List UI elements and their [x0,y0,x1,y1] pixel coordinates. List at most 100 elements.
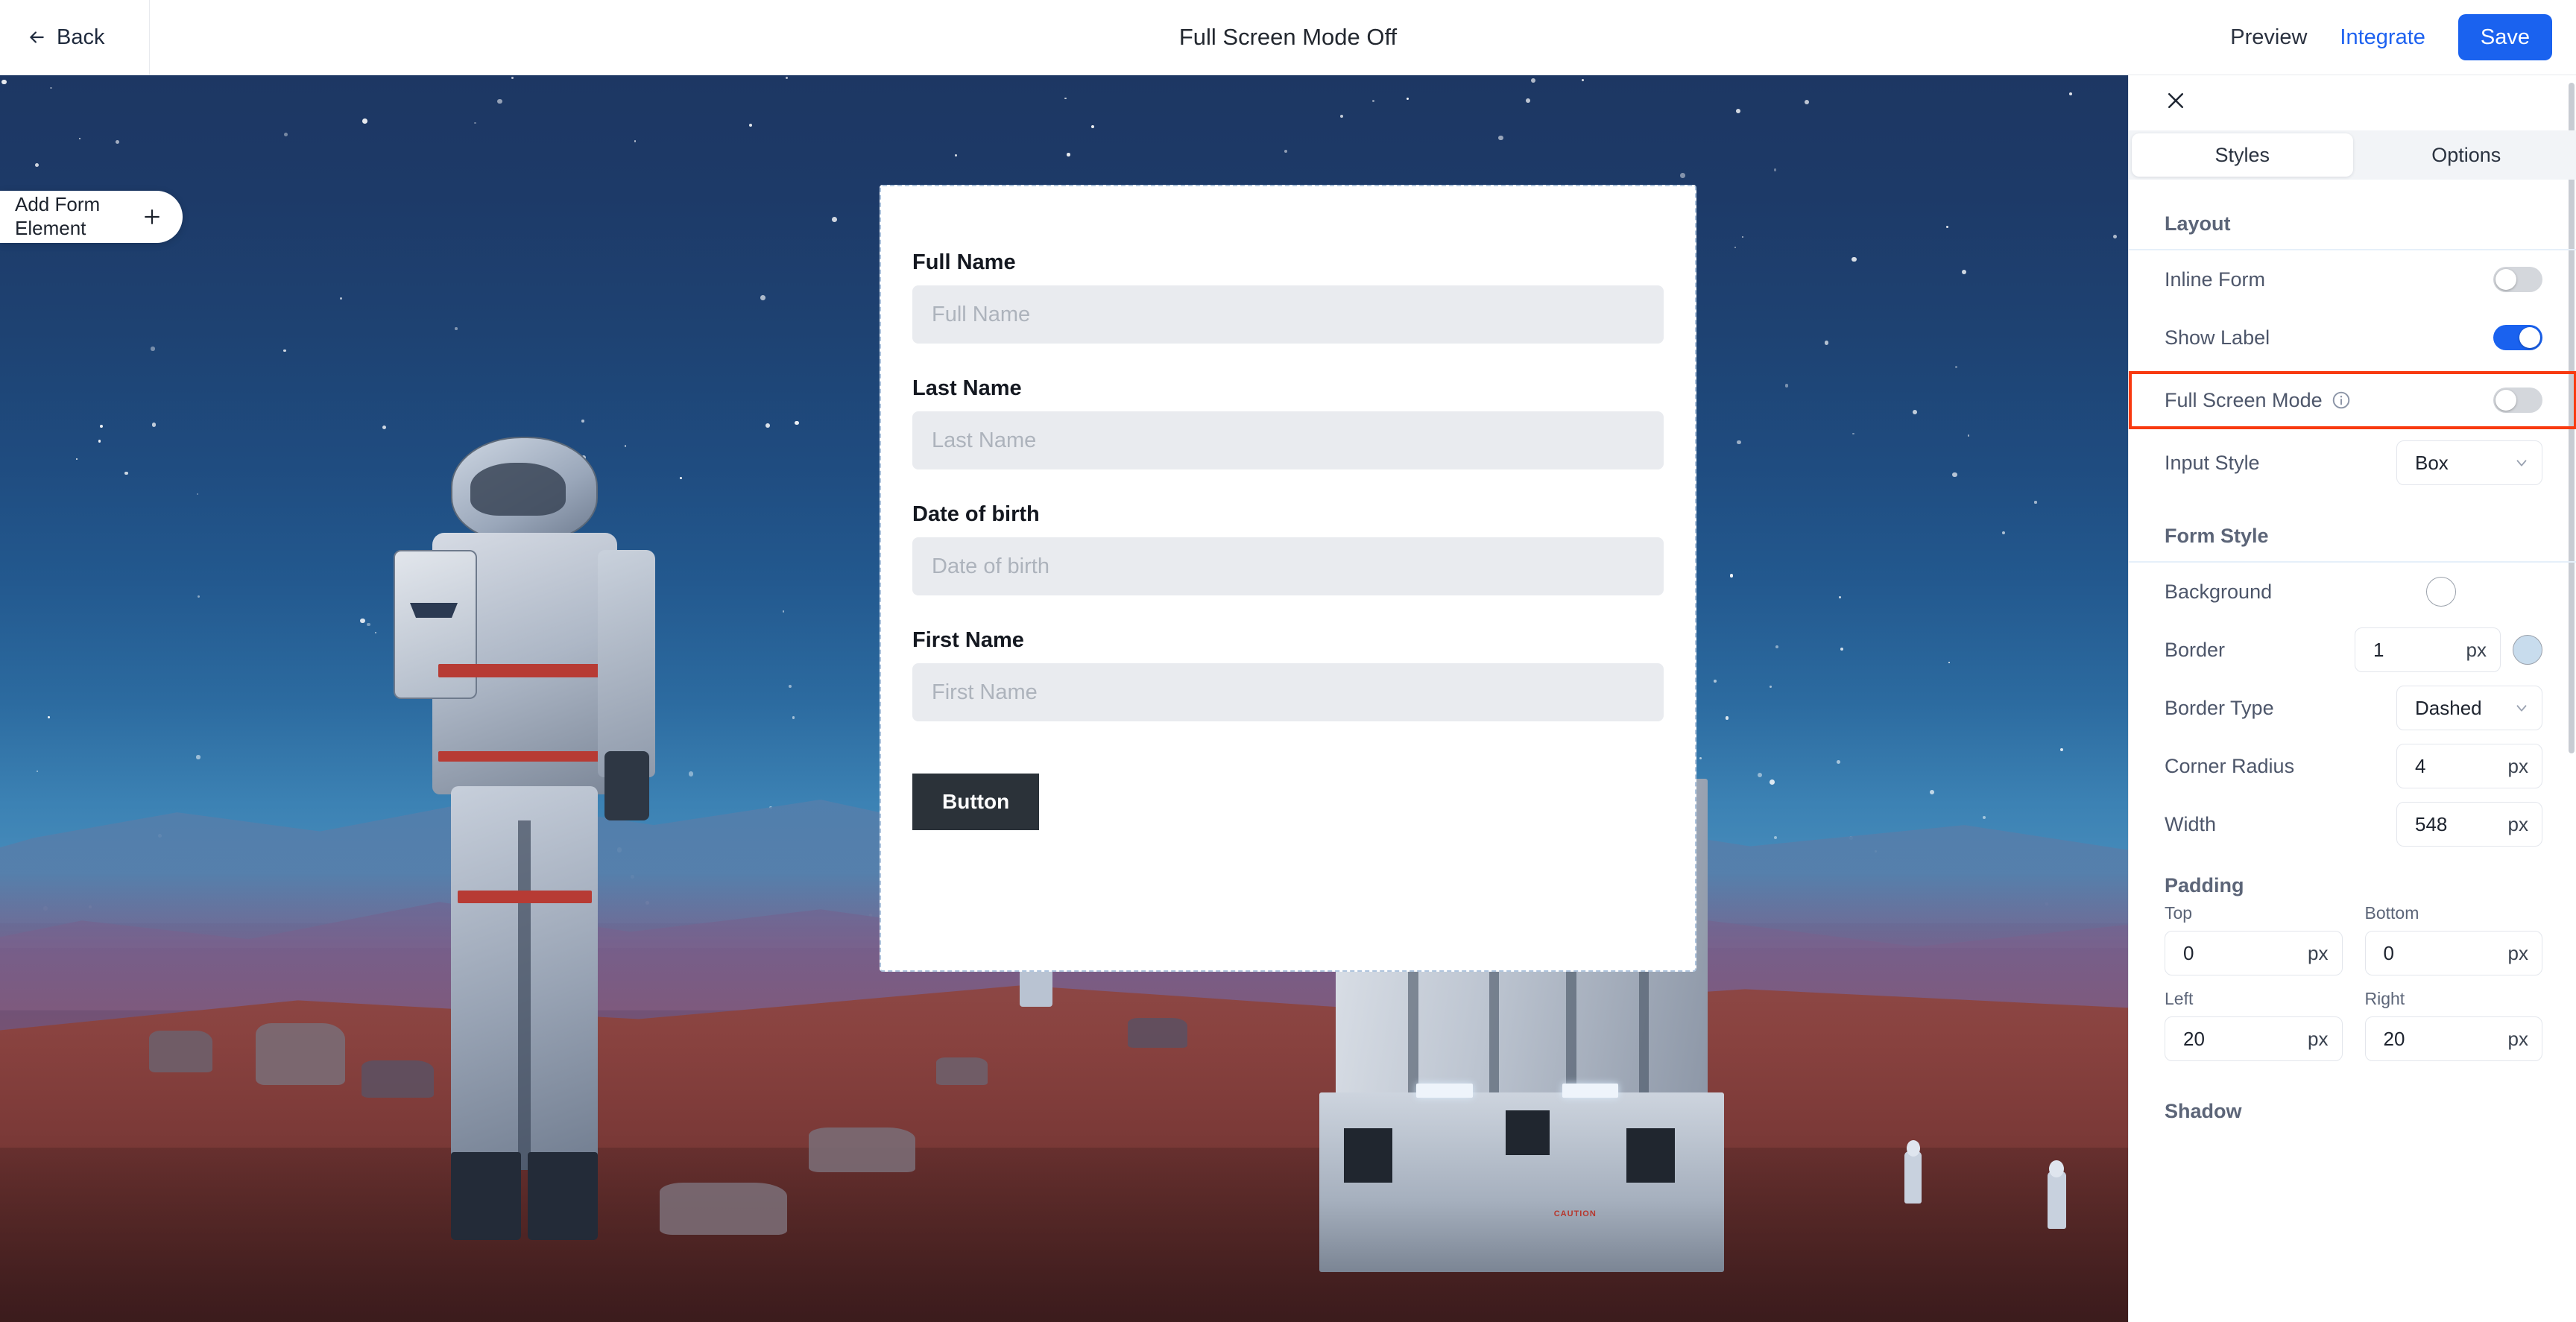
width-input[interactable] [2415,812,2497,836]
show-label-toggle[interactable] [2493,325,2542,350]
form-field-label: Date of birth [912,502,1040,526]
chevron-down-icon [2513,700,2530,716]
border-width-field[interactable]: px [2355,627,2501,672]
add-form-element-label: Add Form Element [15,193,101,239]
star [511,76,514,80]
star [1836,760,1840,764]
close-icon[interactable] [2165,89,2187,112]
tab-options[interactable]: Options [2356,130,2576,180]
star [497,98,502,104]
styles-panel[interactable]: Styles Options Layout Inline Form Show L… [2128,75,2576,1322]
add-form-element-button[interactable]: Add Form Element [0,191,183,243]
star [1735,109,1740,114]
star [1954,365,1957,368]
star [785,76,788,79]
border-unit: px [2466,638,2487,661]
form-submit-button[interactable]: Button [912,774,1040,830]
star [1948,662,1950,664]
row-background[interactable]: Background [2129,563,2576,621]
padding-right-input[interactable] [2383,1027,2466,1051]
form-preview-card[interactable]: Full Name Last Name Date of birth First Nam… [880,185,1696,972]
corner-radius-field[interactable]: px [2396,744,2542,788]
star [35,163,40,168]
star [362,118,368,124]
form-field-input[interactable] [912,285,1664,344]
star [283,132,288,136]
full-screen-mode-toggle[interactable] [2493,388,2542,413]
star [382,425,387,430]
row-input-style[interactable]: Input Style Box [2129,434,2576,492]
star [2034,501,2037,504]
topbar-actions: Preview Integrate Save [2214,0,2552,75]
form-canvas[interactable]: 02 SUNRISE CAUTION [0,75,2128,1322]
star [1526,98,1530,103]
star [340,297,343,300]
full-screen-mode-label-group: Full Screen Mode [2165,389,2351,412]
border-label: Border [2165,638,2226,661]
star [47,715,50,718]
distant-astronaut-helmet [1907,1139,1920,1157]
row-width[interactable]: Width px [2129,795,2576,853]
padding-right-field[interactable]: px [2364,1016,2542,1061]
row-full-screen-mode[interactable]: Full Screen Mode [2129,371,2576,429]
row-show-label[interactable]: Show Label [2129,309,2576,367]
layout-section-title: Layout [2165,212,2231,235]
padding-bottom-input[interactable] [2383,941,2466,965]
form-field-input[interactable] [912,663,1664,721]
tab-styles[interactable]: Styles [2132,133,2353,177]
border-color-swatch[interactable] [2513,635,2542,665]
star [1,79,7,85]
star [1824,341,1829,345]
star [1852,432,1854,435]
row-border[interactable]: Border px [2129,621,2576,679]
star [748,123,752,127]
width-field[interactable]: px [2396,802,2542,847]
row-border-type[interactable]: Border Type Dashed [2129,679,2576,737]
border-type-label: Border Type [2165,696,2274,719]
star [1945,226,1948,229]
star [1371,100,1374,103]
row-corner-radius[interactable]: Corner Radius px [2129,737,2576,795]
form-field-input[interactable] [912,411,1664,469]
input-style-label: Input Style [2165,451,2260,474]
star [79,137,81,140]
rock [1128,1017,1188,1048]
form-style-section-title: Form Style [2165,525,2269,547]
padding-cell-label: Left [2165,989,2194,1008]
border-width-input[interactable] [2373,638,2455,662]
star [955,154,957,156]
padding-bottom-field[interactable]: px [2364,931,2542,975]
ground-shadow [0,1147,2128,1322]
info-icon[interactable] [2332,390,2351,410]
back-button[interactable]: Back [27,25,104,50]
form-field-input[interactable] [912,537,1664,595]
padding-cell-label: Top [2165,903,2193,923]
star [115,139,120,145]
save-button[interactable]: Save [2457,14,2552,60]
preview-button[interactable]: Preview [2214,16,2323,59]
star [1757,773,1762,778]
padding-top-field[interactable]: px [2165,931,2343,975]
row-inline-form[interactable]: Inline Form [2129,250,2576,309]
padding-left-input[interactable] [2183,1027,2265,1051]
background-color-swatch[interactable] [2426,577,2456,607]
star [581,420,584,423]
plus-icon [141,206,163,228]
star [788,684,792,688]
distant-astronaut [1904,1151,1922,1204]
star [831,217,837,223]
page-title: Full Screen Mode Off [1178,24,1398,50]
star [1770,686,1772,688]
star [1773,835,1777,839]
border-type-select[interactable]: Dashed [2396,686,2542,730]
padding-left-field[interactable]: px [2165,1016,2343,1061]
form-field-label: Last Name [912,376,1022,400]
integrate-button[interactable]: Integrate [2323,16,2441,59]
input-style-select[interactable]: Box [2396,440,2542,485]
star [1725,716,1729,720]
star [124,472,128,475]
corner-radius-input[interactable] [2415,754,2497,778]
star [196,493,198,495]
inline-form-toggle[interactable] [2493,267,2542,292]
padding-top-input[interactable] [2183,941,2265,965]
